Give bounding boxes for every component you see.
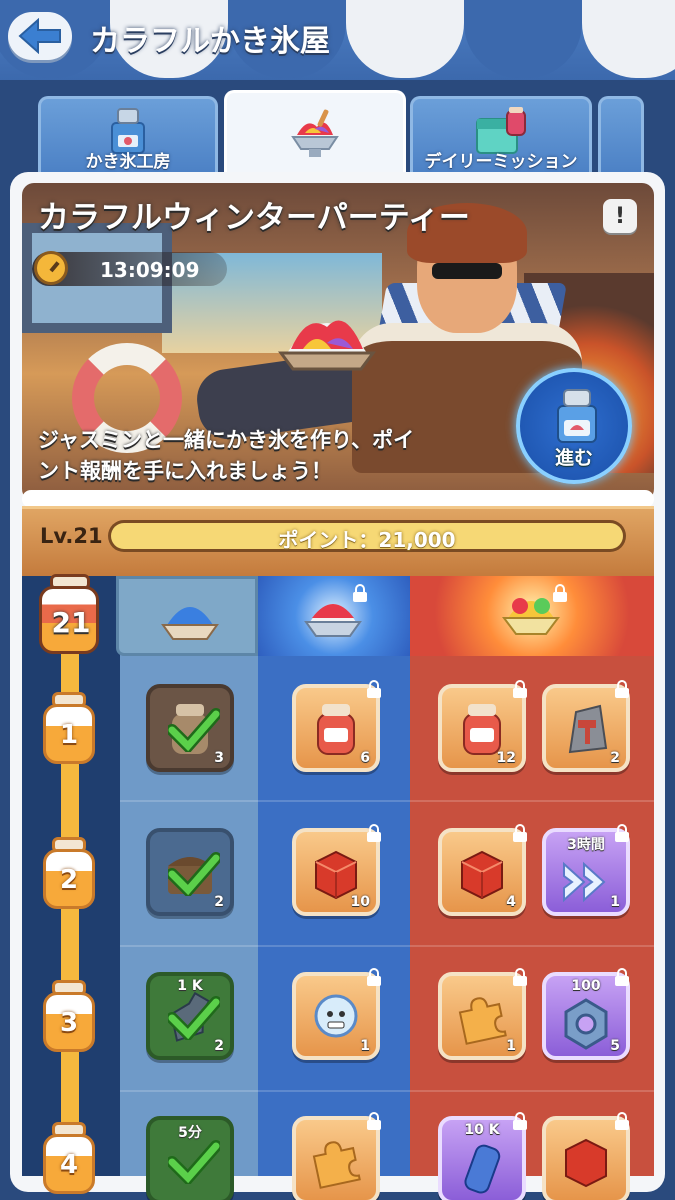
checkmark-icon <box>168 708 220 752</box>
lock-icon <box>614 1112 630 1130</box>
lock-icon <box>614 824 630 842</box>
level-label: Lv.21 <box>40 524 103 548</box>
exclamation-icon: ! <box>614 203 626 229</box>
tab-bar: かき氷工房 デイリーミッション <box>0 90 675 180</box>
awning-scallop <box>582 0 675 78</box>
shaved-ice-bowl-icon <box>291 109 339 157</box>
level-number: 4 <box>59 1150 79 1180</box>
tab-daily-mission[interactable]: デイリーミッション <box>410 96 592 178</box>
gear-nut-icon <box>564 998 608 1050</box>
reward-qty: 12 <box>496 750 516 766</box>
reward-qty: 2 <box>610 750 620 766</box>
puzzle-piece-icon <box>312 1141 361 1189</box>
reward-qty: 6 <box>360 750 370 766</box>
lock-icon <box>352 584 368 602</box>
reward-potion[interactable]: 1 K 2 <box>146 972 234 1060</box>
reward-qty: 1 <box>506 1038 516 1054</box>
level-jar: 4 <box>40 1120 98 1198</box>
reward-qty: 1 <box>610 894 620 910</box>
tier-header-premium <box>258 576 410 656</box>
event-title: カラフルウィンターパーティー <box>38 200 470 236</box>
lock-icon <box>366 680 382 698</box>
awning-scallop <box>464 0 582 78</box>
shaved-ice-illustration <box>278 320 376 371</box>
level-jar: 2 <box>40 835 98 913</box>
lock-icon <box>366 824 382 842</box>
lock-icon <box>512 1112 528 1130</box>
reward-amount: 10 K <box>464 1122 500 1138</box>
back-button[interactable] <box>8 12 72 60</box>
level-number: 2 <box>59 865 79 895</box>
points-text: ポイント：21,000 <box>278 528 456 552</box>
tab-more[interactable] <box>598 96 644 178</box>
yeti-card-icon <box>314 994 358 1038</box>
tab-shaved-ice-workshop[interactable]: かき氷工房 <box>38 96 218 178</box>
reward-qty: 1 <box>360 1038 370 1054</box>
lock-icon <box>614 968 630 986</box>
reward-qty: 5 <box>610 1038 620 1054</box>
speed-up-icon <box>563 861 606 903</box>
lock-icon <box>614 680 630 698</box>
lock-icon <box>512 680 528 698</box>
reward-qty: 2 <box>214 1038 224 1054</box>
reward-qty: 4 <box>506 894 516 910</box>
reward-qty: 2 <box>214 894 224 910</box>
reward-qty: 10 <box>350 894 370 910</box>
tier-header-deluxe <box>410 576 654 656</box>
description-line: ント報酬を手に入れましょう！ <box>38 459 332 483</box>
tab-label: かき氷工房 <box>85 152 171 172</box>
clock-icon <box>34 251 68 285</box>
row-divider <box>120 800 654 802</box>
row-divider <box>120 1090 654 1092</box>
checkmark-icon <box>168 996 220 1040</box>
reward-jam-jar[interactable]: 3 <box>146 684 234 772</box>
reward-timer-skip[interactable]: 5分 <box>146 1116 234 1200</box>
checkmark-icon <box>168 852 220 896</box>
back-arrow-icon <box>18 18 61 54</box>
go-button[interactable]: 進む <box>516 368 632 484</box>
jam-jar-icon <box>317 704 355 755</box>
red-gem-cube-icon <box>565 1138 607 1188</box>
tab-label: デイリーミッション <box>424 152 578 172</box>
current-level-number: 21 <box>51 606 91 639</box>
level-jar: 3 <box>40 978 98 1056</box>
page-title: カラフルかき氷屋 <box>90 24 330 59</box>
blue-shaved-ice-icon <box>161 607 219 640</box>
reward-duration: 5分 <box>178 1125 202 1141</box>
exp-potion-icon <box>464 1144 501 1194</box>
level-jar: 1 <box>40 690 98 768</box>
go-label: 進む <box>554 447 593 469</box>
red-gem-cube-icon <box>461 850 503 900</box>
row-divider <box>120 945 654 947</box>
lock-icon <box>366 968 382 986</box>
hammer-stone-icon <box>568 704 608 754</box>
reward-treasure-chest[interactable]: 2 <box>146 828 234 916</box>
lock-icon <box>512 968 528 986</box>
current-level-jar: 21 <box>36 572 106 662</box>
description-line: ジャスミンと一緒にかき氷を作り、ポイ <box>38 428 415 452</box>
tab-event[interactable] <box>224 90 406 180</box>
puzzle-piece-icon <box>458 997 507 1045</box>
event-timer: 13:09:09 <box>100 258 200 282</box>
info-button[interactable]: ! <box>603 199 637 233</box>
lock-icon <box>552 584 568 602</box>
lock-icon <box>366 1112 382 1130</box>
tier-header-free <box>116 576 258 656</box>
level-number: 1 <box>59 720 79 750</box>
checkmark-icon <box>168 1140 220 1184</box>
event-description: ジャスミンと一緒にかき氷を作り、ポイ ント報酬を手に入れましょう！ <box>38 425 508 487</box>
awning-scallop <box>346 0 464 78</box>
level-number: 3 <box>59 1008 79 1038</box>
lock-icon <box>512 824 528 842</box>
reward-qty: 3 <box>214 750 224 766</box>
